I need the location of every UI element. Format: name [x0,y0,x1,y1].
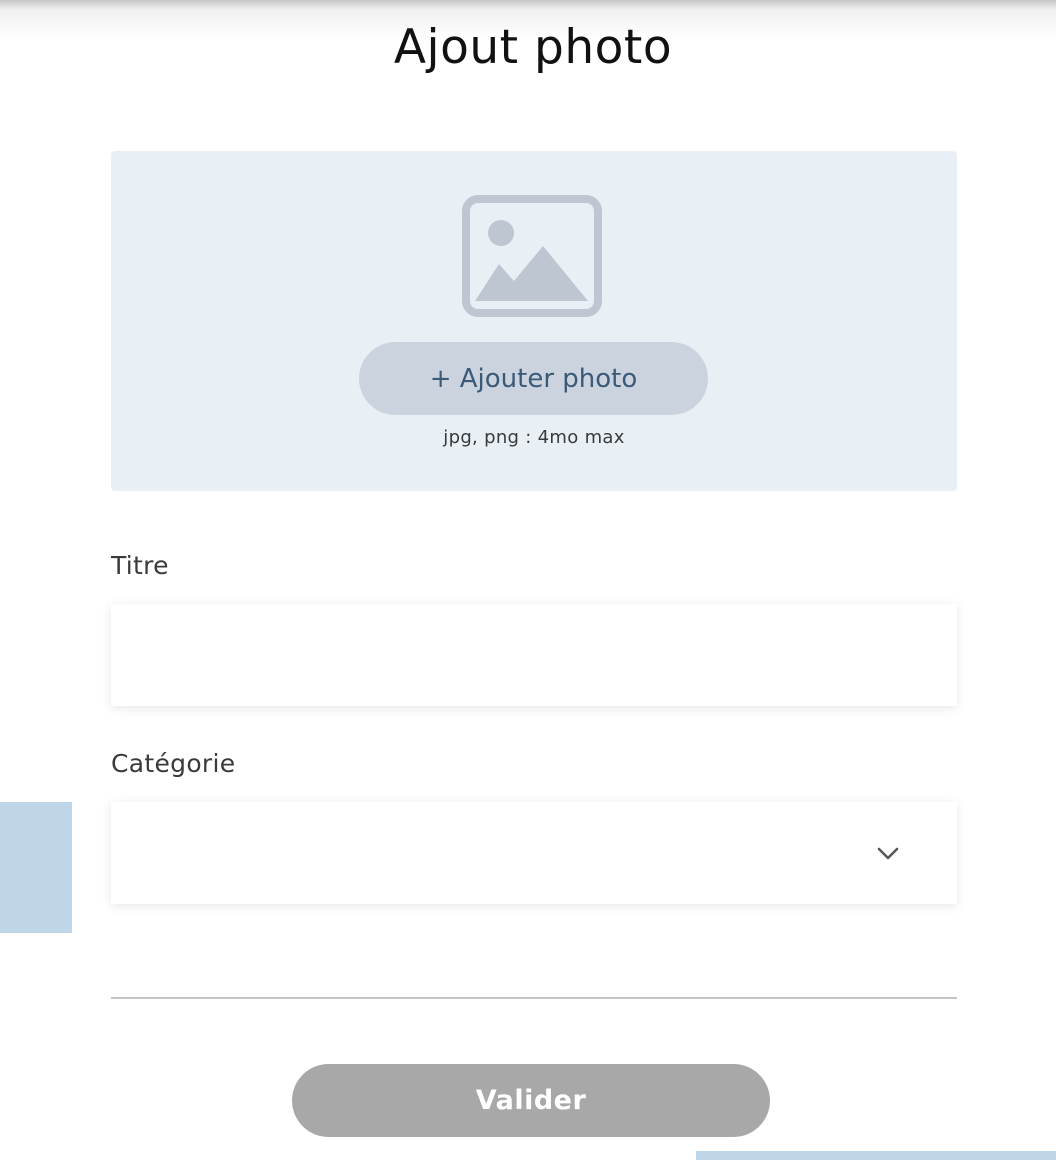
chevron-down-icon [877,847,899,860]
form-divider [111,997,957,999]
submit-button[interactable]: Valider [292,1064,770,1137]
category-label: Catégorie [111,749,236,778]
page-title: Ajout photo [393,20,673,75]
side-decoration [0,802,72,933]
bottom-decoration [696,1151,1056,1160]
upload-format-hint: jpg, png : 4mo max [443,427,625,448]
title-input[interactable] [111,604,957,706]
title-label: Titre [111,551,169,580]
add-photo-button[interactable]: + Ajouter photo [359,342,708,415]
photo-upload-zone[interactable]: + Ajouter photo jpg, png : 4mo max [111,151,957,491]
category-select[interactable] [111,802,957,904]
image-placeholder-icon [462,195,602,317]
